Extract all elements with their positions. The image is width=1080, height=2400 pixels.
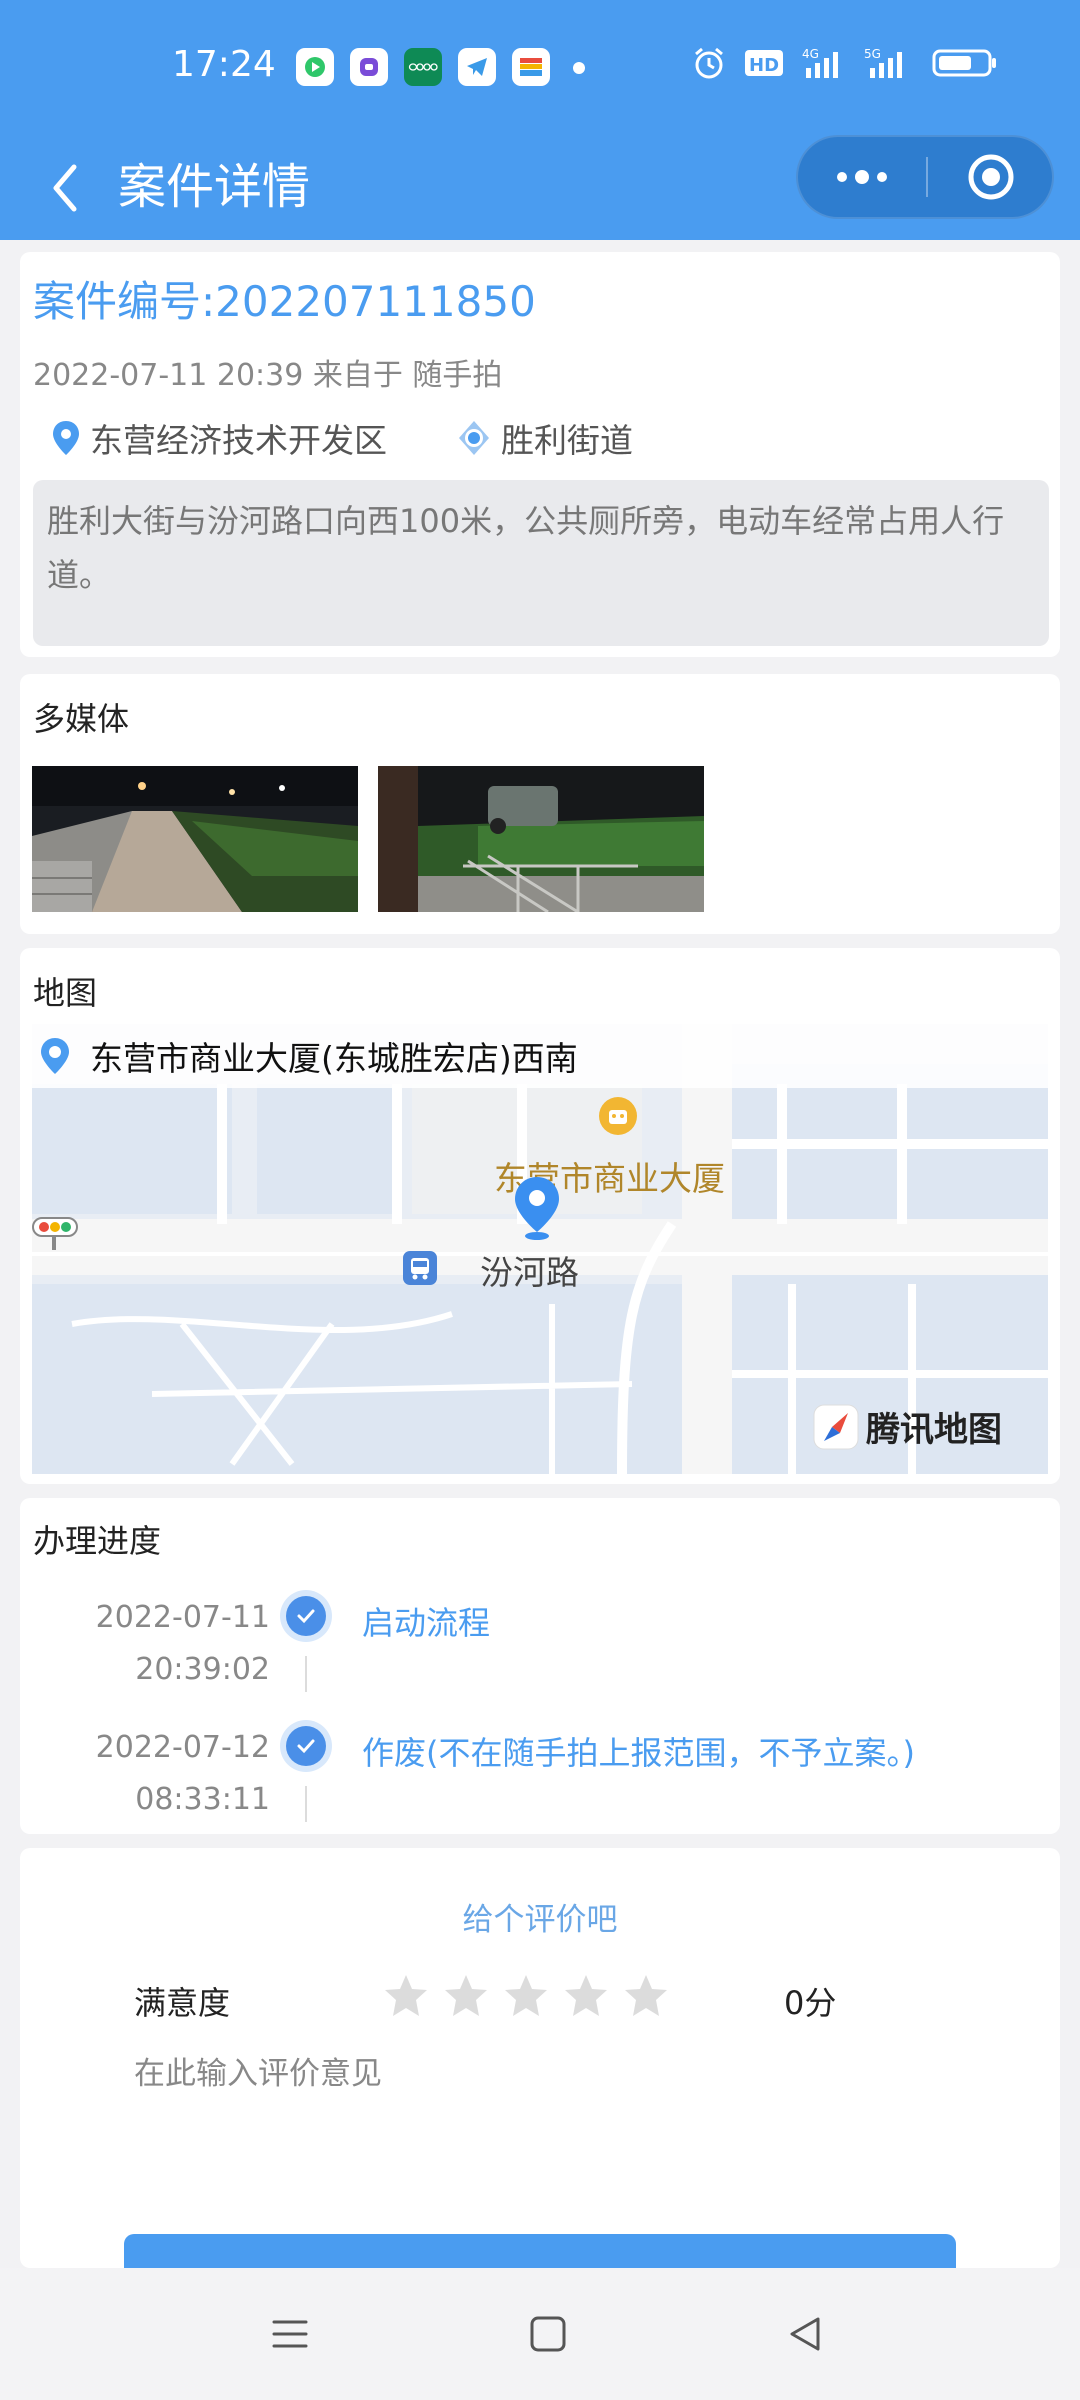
rating-score: 0分 — [784, 1984, 837, 2022]
status-time: 17:24 — [172, 44, 276, 85]
location-target-icon — [459, 421, 489, 455]
map-road-label: 汾河路 — [480, 1253, 579, 1292]
map-brand: 腾讯地图 — [812, 1402, 1002, 1451]
map-address-text: 东营市商业大厦(东城胜宏店)西南 — [90, 1039, 578, 1078]
back-icon — [790, 2317, 820, 2351]
map-section-title: 地图 — [33, 974, 98, 1012]
shopping-poi-icon — [599, 1097, 637, 1135]
more-dots-icon — [837, 170, 887, 184]
menu-icon — [272, 2320, 308, 2348]
star-rating — [382, 1972, 670, 2020]
district-label: 东营经济技术开发区 — [90, 421, 387, 460]
timeline-connector — [305, 1786, 307, 1822]
check-icon — [297, 1609, 315, 1624]
star-icon[interactable] — [622, 1972, 670, 2020]
map-location-pin-icon — [41, 1038, 69, 1074]
timeline-date: 2022-07-12 — [95, 1730, 270, 1765]
wallet-icon — [512, 48, 550, 86]
media-card: 多媒体 — [20, 674, 1060, 934]
back-button[interactable] — [40, 153, 90, 223]
progress-section-title: 办理进度 — [33, 1522, 162, 1560]
mini-program-capsule — [796, 135, 1054, 219]
notification-icons — [296, 48, 550, 86]
map-card: 地图 东营市商业大厦(东城胜宏店)西南 东营市商业大厦 汾河路 腾讯地图 — [20, 948, 1060, 1484]
map-address-bar: 东营市商业大厦(东城胜宏店)西南 — [32, 1024, 1048, 1088]
video-app-icon — [296, 48, 334, 86]
timeline-event: 启动流程 — [362, 1604, 491, 1642]
system-icons: HD 4G 5G — [692, 46, 998, 80]
header: 17:24 HD 4G 5G 案件详情 — [0, 0, 1080, 240]
signal-5g-icon: 5G — [864, 46, 914, 80]
timeline-event: 作废(不在随手拍上报范围，不予立案。) — [362, 1734, 915, 1772]
timeline-time: 20:39:02 — [135, 1652, 270, 1687]
nav-back-button[interactable] — [766, 2298, 846, 2370]
street-tag: 胜利街道 — [455, 414, 633, 462]
nav-menu-button[interactable] — [250, 2298, 330, 2370]
hd-icon: HD — [744, 48, 784, 78]
battery-icon — [932, 48, 998, 78]
close-mini-program-button[interactable] — [928, 137, 1054, 217]
comment-input[interactable] — [134, 2048, 946, 2208]
evaluation-card: 给个评价吧 满意度 0分 — [20, 1848, 1060, 2268]
nav-home-button[interactable] — [508, 2298, 588, 2370]
rating-label: 满意度 — [134, 1984, 231, 2022]
location-pin-icon — [53, 421, 79, 455]
more-notifications-dot — [573, 62, 585, 74]
media-section-title: 多媒体 — [33, 700, 130, 738]
signal-4g-icon: 4G — [802, 46, 846, 80]
system-nav-bar — [0, 2268, 1080, 2400]
case-description: 胜利大街与汾河路口向西100米，公共厕所旁，电动车经常占用人行道。 — [33, 480, 1049, 646]
star-icon[interactable] — [502, 1972, 550, 2020]
status-bar: 17:24 HD 4G 5G — [0, 0, 1080, 135]
timeline-time: 08:33:11 — [135, 1782, 270, 1817]
submit-button[interactable] — [124, 2234, 956, 2268]
map-brand-label: 腾讯地图 — [866, 1410, 1002, 1450]
street-label: 胜利街道 — [501, 421, 633, 460]
media-photo-2[interactable] — [378, 766, 704, 912]
case-meta: 2022-07-11 20:39 来自于 随手拍 — [33, 358, 503, 393]
map-view[interactable]: 东营市商业大厦(东城胜宏店)西南 东营市商业大厦 汾河路 腾讯地图 — [32, 1024, 1048, 1474]
star-icon[interactable] — [382, 1972, 430, 2020]
case-info-card: 案件编号:202207111850 2022-07-11 20:39 来自于 随… — [20, 252, 1060, 657]
svg-text:4G: 4G — [802, 47, 819, 61]
timeline-date: 2022-07-11 — [95, 1600, 270, 1635]
svg-text:HD: HD — [749, 55, 779, 76]
telegram-icon — [458, 48, 496, 86]
district-tag: 东营经济技术开发区 — [50, 414, 387, 462]
night-street-photo-2 — [378, 766, 704, 912]
check-icon — [297, 1739, 315, 1754]
home-icon — [530, 2316, 566, 2352]
svg-text:5G: 5G — [864, 47, 881, 61]
case-number: 案件编号:202207111850 — [33, 277, 536, 326]
chevron-left-icon — [53, 164, 77, 212]
more-button[interactable] — [798, 137, 926, 217]
star-icon[interactable] — [442, 1972, 490, 2020]
traffic-light-icon — [32, 1217, 78, 1250]
case-location-marker-icon — [515, 1177, 559, 1240]
compass-icon — [813, 1404, 859, 1449]
star-icon[interactable] — [562, 1972, 610, 2020]
bus-stop-icon — [403, 1251, 437, 1285]
title-bar: 案件详情 — [0, 135, 1080, 240]
media-photo-1[interactable] — [32, 766, 358, 912]
page-title: 案件详情 — [118, 159, 311, 215]
night-street-photo-1 — [32, 766, 358, 912]
timeline-node — [280, 1720, 332, 1772]
oppo-icon — [404, 48, 442, 86]
timeline-connector — [305, 1656, 307, 1692]
evaluation-prompt: 给个评价吧 — [462, 1902, 618, 1938]
target-icon — [968, 154, 1014, 200]
progress-card: 办理进度 2022-07-11 20:39:02 启动流程 2022-07-12… — [20, 1498, 1060, 1834]
chat-app-icon — [350, 48, 388, 86]
alarm-icon — [692, 46, 726, 80]
timeline-node — [280, 1590, 332, 1642]
